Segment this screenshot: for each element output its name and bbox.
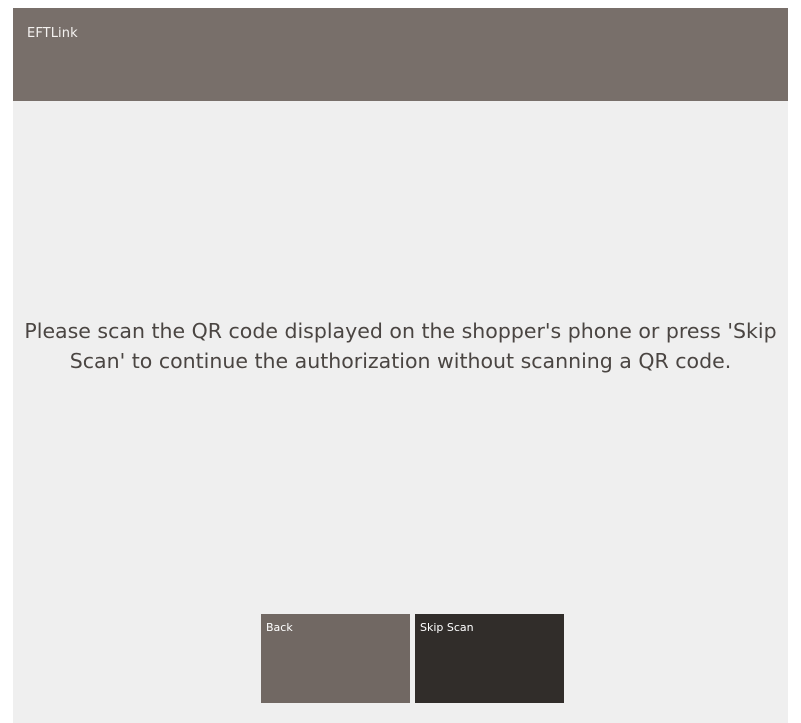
scan-instruction-message: Please scan the QR code displayed on the… — [24, 319, 777, 373]
window-title: EFTLink — [27, 26, 78, 41]
eftlink-window: EFTLink Please scan the QR code displaye… — [13, 8, 788, 723]
back-button[interactable]: Back — [261, 614, 410, 703]
title-bar: EFTLink — [13, 8, 788, 101]
back-button-label: Back — [266, 621, 293, 634]
skip-scan-button[interactable]: Skip Scan — [415, 614, 564, 703]
skip-scan-button-label: Skip Scan — [420, 621, 474, 634]
